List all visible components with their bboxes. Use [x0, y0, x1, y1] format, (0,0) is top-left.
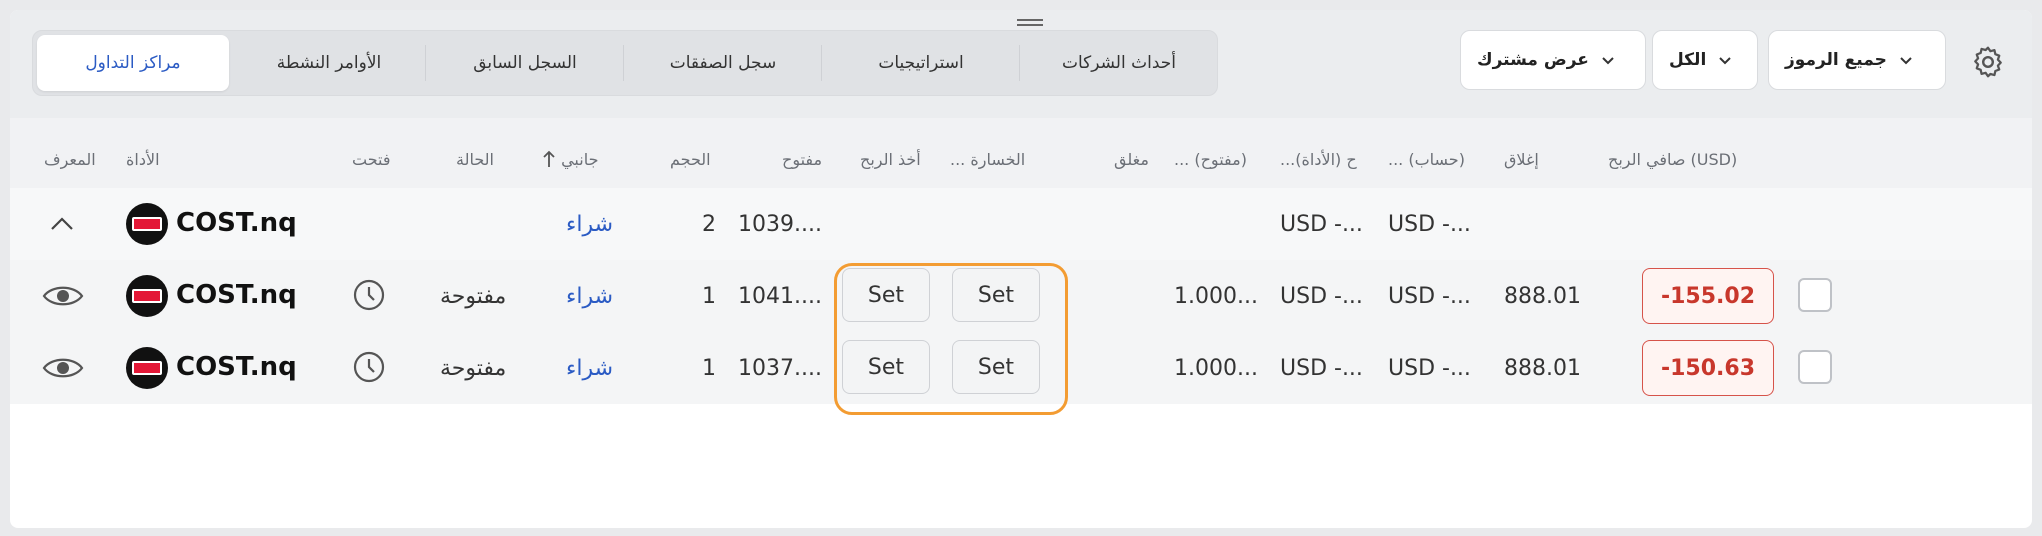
- stop-loss-set-button[interactable]: Set: [952, 340, 1040, 394]
- positions-panel: مراكز التداول الأوامر النشطة السجل الساب…: [10, 10, 2032, 528]
- tab-positions[interactable]: مراكز التداول: [37, 35, 229, 91]
- col-close-price[interactable]: إغلاق: [1504, 150, 1539, 169]
- eye-icon[interactable]: [42, 354, 84, 382]
- col-volume[interactable]: الحجم: [670, 150, 711, 169]
- account-ccy: USD -...: [1388, 212, 1471, 237]
- tab-divider: [623, 45, 624, 81]
- volume: 1: [702, 356, 716, 381]
- side: شراء: [566, 212, 614, 237]
- open-rate: 1.000...: [1174, 356, 1258, 381]
- symbol: COST.nq: [176, 208, 297, 238]
- side: شراء: [566, 356, 614, 381]
- clock-icon: [353, 351, 385, 383]
- col-open-rate[interactable]: ... (مفتوح): [1174, 150, 1247, 169]
- side: شراء: [566, 284, 614, 309]
- table-header: المعرف الأداة فتحت الحالة جانبي الحجم مف…: [10, 118, 2032, 188]
- tab-active-orders[interactable]: الأوامر النشطة: [233, 35, 425, 91]
- symbol: COST.nq: [176, 352, 297, 382]
- drag-handle-icon[interactable]: [1017, 16, 1043, 30]
- instrument-ccy: USD -...: [1280, 212, 1363, 237]
- status: مفتوحة: [440, 356, 507, 381]
- col-side[interactable]: جانبي: [542, 150, 598, 169]
- symbols-dropdown[interactable]: جميع الرموز: [1768, 30, 1946, 90]
- chevron-up-icon[interactable]: [48, 212, 76, 236]
- all-dropdown-label: الكل: [1669, 50, 1707, 70]
- volume: 1: [702, 284, 716, 309]
- table-row[interactable]: COST.nq مفتوحة شراء 1 1041.... Set Set 1…: [10, 260, 2032, 332]
- costco-logo: [126, 203, 168, 245]
- instrument-ccy: USD -...: [1280, 356, 1363, 381]
- account-ccy: USD -...: [1388, 284, 1471, 309]
- status: مفتوحة: [440, 284, 507, 309]
- toolbar: مراكز التداول الأوامر النشطة السجل الساب…: [10, 10, 2032, 118]
- open-rate: 1.000...: [1174, 284, 1258, 309]
- tab-bar: مراكز التداول الأوامر النشطة السجل الساب…: [32, 30, 1218, 96]
- net-profit-badge: -150.63: [1642, 340, 1774, 396]
- open-price: 1041....: [738, 284, 822, 309]
- symbol: COST.nq: [176, 280, 297, 310]
- col-id[interactable]: المعرف: [44, 150, 96, 169]
- col-take-profit[interactable]: أخذ الربح: [860, 150, 921, 169]
- net-profit-badge: -155.02: [1642, 268, 1774, 324]
- open-price: 1037....: [738, 356, 822, 381]
- row-checkbox[interactable]: [1798, 350, 1832, 384]
- col-instrument[interactable]: الأداة: [126, 150, 160, 169]
- take-profit-set-button[interactable]: Set: [842, 340, 930, 394]
- chevron-down-icon: [1900, 57, 1912, 65]
- col-open-price[interactable]: مفتوح: [782, 150, 822, 169]
- costco-logo: [126, 275, 168, 317]
- close-price: 888.01: [1504, 356, 1581, 381]
- costco-logo: [126, 347, 168, 389]
- tab-divider: [821, 45, 822, 81]
- view-dropdown[interactable]: عرض مشترك: [1460, 30, 1646, 90]
- col-stop-loss[interactable]: ... الخسارة: [950, 150, 1025, 169]
- tab-divider: [1019, 45, 1020, 81]
- eye-icon[interactable]: [42, 282, 84, 310]
- row-checkbox[interactable]: [1798, 278, 1832, 312]
- all-dropdown[interactable]: الكل: [1652, 30, 1758, 90]
- account-ccy: USD -...: [1388, 356, 1471, 381]
- stop-loss-set-button[interactable]: Set: [952, 268, 1040, 322]
- symbols-dropdown-label: جميع الرموز: [1785, 50, 1887, 70]
- col-opened[interactable]: فتحت: [352, 150, 391, 169]
- volume: 2: [702, 212, 716, 237]
- chevron-down-icon: [1719, 57, 1731, 65]
- clock-icon: [353, 279, 385, 311]
- open-price: 1039....: [738, 212, 822, 237]
- tab-deals[interactable]: سجل الصفقات: [627, 35, 819, 91]
- col-account-ccy[interactable]: ... (حساب): [1388, 150, 1465, 169]
- tab-divider: [425, 45, 426, 81]
- col-instrument-ccy[interactable]: ...ح (الأداة): [1280, 150, 1357, 169]
- sort-arrow-up-icon: [543, 150, 555, 167]
- view-dropdown-label: عرض مشترك: [1477, 50, 1589, 70]
- tab-corporate-actions[interactable]: أحداث الشركات: [1023, 35, 1215, 91]
- col-side-label: جانبي: [561, 150, 599, 169]
- chevron-down-icon: [1602, 57, 1614, 65]
- gear-icon[interactable]: [1970, 44, 2006, 80]
- table-row[interactable]: COST.nq شراء 2 1039.... USD -... USD -..…: [10, 188, 2032, 260]
- table-row[interactable]: COST.nq مفتوحة شراء 1 1037.... Set Set 1…: [10, 332, 2032, 404]
- col-net-profit[interactable]: صافي الربح (USD): [1608, 150, 1737, 169]
- col-status[interactable]: الحالة: [456, 150, 494, 169]
- close-price: 888.01: [1504, 284, 1581, 309]
- col-closed[interactable]: مغلق: [1114, 150, 1149, 169]
- tab-strategies[interactable]: استراتيجيات: [825, 35, 1017, 91]
- take-profit-set-button[interactable]: Set: [842, 268, 930, 322]
- tab-history[interactable]: السجل السابق: [429, 35, 621, 91]
- instrument-ccy: USD -...: [1280, 284, 1363, 309]
